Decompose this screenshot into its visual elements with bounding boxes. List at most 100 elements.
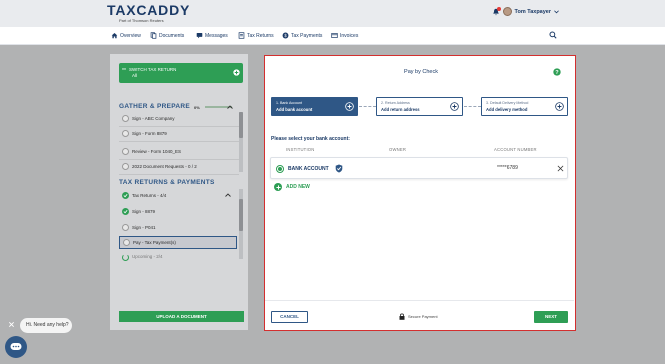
svg-text:?: ? xyxy=(555,70,559,76)
column-header-owner: OWNER xyxy=(389,147,407,152)
add-new-label: ADD NEW xyxy=(286,184,310,190)
upload-document-button[interactable]: UPLOAD A DOCUMENT xyxy=(119,311,244,322)
chat-prompt[interactable]: Hi. Need any help? xyxy=(20,318,72,333)
chevron-up-icon[interactable] xyxy=(227,105,233,109)
step-connector xyxy=(464,106,481,107)
scrollbar-thumb[interactable] xyxy=(239,112,243,138)
documents-icon xyxy=(150,32,157,39)
logo-wordmark: TAXCADDY xyxy=(107,2,191,18)
scrollbar-thumb[interactable] xyxy=(239,199,243,231)
account-institution: BANK ACCOUNT xyxy=(288,166,329,172)
list-item[interactable]: 2022 Document Requests - 0 / 2 xyxy=(119,160,239,173)
account-radio[interactable] xyxy=(276,165,284,173)
list-item[interactable]: Sign - 8879 xyxy=(119,205,239,218)
bank-account-row[interactable]: BANK ACCOUNT *****6789 xyxy=(270,157,568,179)
chat-icon xyxy=(10,342,22,352)
empty-circle-icon xyxy=(122,224,129,231)
step-title: Add bank account xyxy=(276,107,313,112)
tax-returns-payments-header: TAX RETURNS & PAYMENTS xyxy=(119,179,215,186)
list-item[interactable]: Sign - ABC Company xyxy=(119,112,239,125)
invoices-icon xyxy=(331,32,338,39)
close-icon[interactable] xyxy=(557,165,564,172)
step-label: 3. Default Delivery Method xyxy=(486,101,529,105)
user-menu[interactable]: Tom Taxpayer xyxy=(492,6,559,16)
select-account-prompt: Please select your bank account: xyxy=(271,136,350,142)
nav-messages[interactable]: Messages xyxy=(196,32,228,39)
taxcaddy-logo[interactable]: TAXCADDY Part of Thomson Reuters xyxy=(107,2,191,24)
account-number: *****6789 xyxy=(497,165,518,171)
notification-bell-icon[interactable] xyxy=(492,6,501,16)
list-item[interactable]: Upcoming - 2/4 xyxy=(119,252,239,261)
nav-documents-label: Documents xyxy=(159,32,185,39)
help-icon[interactable]: ? xyxy=(553,68,561,76)
list-item[interactable]: Sign - Form 8879 xyxy=(119,127,239,140)
empty-circle-icon xyxy=(123,239,130,246)
partial-circle-icon xyxy=(122,254,129,261)
step-title: Add return address xyxy=(381,107,420,112)
radio-selected-dot xyxy=(278,167,282,171)
nav-invoices[interactable]: Invoices xyxy=(331,32,358,39)
nav-documents[interactable]: Documents xyxy=(150,32,184,39)
logo-tagline: Part of Thomson Reuters xyxy=(119,18,164,23)
column-header-institution: INSTITUTION xyxy=(286,147,315,152)
list-item[interactable]: Sign - P041 xyxy=(119,221,239,234)
check-circle-icon xyxy=(122,192,129,199)
nav-tax-returns[interactable]: Tax Returns xyxy=(238,32,274,39)
modal-title: Pay by Check xyxy=(404,69,438,75)
list-item[interactable]: Tax Returns - 4/4 xyxy=(119,189,239,202)
gather-scrollbar[interactable] xyxy=(239,112,243,172)
step-label: 2. Return Address xyxy=(381,101,410,105)
plus-circle-icon[interactable] xyxy=(233,69,240,76)
step-title: Add delivery method xyxy=(486,107,528,112)
nav-overview[interactable]: Overview xyxy=(111,32,141,39)
footer-divider xyxy=(265,300,574,301)
lock-icon xyxy=(399,313,405,320)
avatar[interactable] xyxy=(502,7,512,16)
check-circle-icon xyxy=(122,208,129,215)
top-bar: TAXCADDY Part of Thomson Reuters Tom Tax… xyxy=(0,0,665,27)
list-item-label: Tax Returns - 4/4 xyxy=(132,193,167,198)
step-bank-account[interactable]: 1. Bank Account Add bank account xyxy=(271,97,358,116)
list-item[interactable]: Review - Form 1040_ES xyxy=(119,145,239,158)
step-return-address[interactable]: 2. Return Address Add return address xyxy=(376,97,463,116)
search-icon[interactable] xyxy=(549,31,557,39)
nav-tax-returns-label: Tax Returns xyxy=(247,32,274,39)
list-item-label: Upcoming - 2/4 xyxy=(132,254,163,259)
add-new-account-button[interactable]: ADD NEW xyxy=(274,183,310,191)
plus-icon xyxy=(274,183,282,191)
dots-icon xyxy=(122,67,126,71)
sidebar: SWITCH TAX RETURN All GATHER & PREPARE 0… xyxy=(110,54,248,330)
list-item-label: Sign - 8879 xyxy=(132,209,156,214)
chat-launcher-button[interactable] xyxy=(5,336,27,358)
returns-scrollbar[interactable] xyxy=(239,189,243,259)
pay-tax-payments-item[interactable]: Pay - Tax Payment(s) xyxy=(119,236,237,249)
plus-circle-icon[interactable] xyxy=(345,102,354,111)
plus-circle-icon[interactable] xyxy=(555,102,564,111)
switch-tax-return-card[interactable]: SWITCH TAX RETURN All xyxy=(119,63,243,83)
chevron-down-icon[interactable] xyxy=(554,9,559,14)
nav-messages-label: Messages xyxy=(205,32,228,39)
nav-invoices-label: Invoices xyxy=(340,32,359,39)
plus-circle-icon[interactable] xyxy=(450,102,459,111)
user-name[interactable]: Tom Taxpayer xyxy=(515,9,551,15)
step-label: 1. Bank Account xyxy=(276,101,302,105)
close-icon[interactable] xyxy=(8,321,15,328)
divider xyxy=(119,174,239,175)
notification-dot xyxy=(496,6,501,11)
nav-tax-payments-label: Tax Payments xyxy=(291,32,323,39)
chevron-up-icon[interactable] xyxy=(225,193,231,197)
list-item-label: Review - Form 1040_ES xyxy=(132,149,182,154)
list-item-label: Sign - ABC Company xyxy=(132,116,175,121)
messages-icon xyxy=(196,32,203,39)
step-delivery-method[interactable]: 3. Default Delivery Method Add delivery … xyxy=(481,97,568,116)
main-nav: Overview Documents Messages Tax Returns … xyxy=(0,27,665,45)
next-button[interactable]: NEXT xyxy=(534,311,568,323)
list-item-label: Sign - P041 xyxy=(132,225,156,230)
empty-circle-icon xyxy=(122,163,129,170)
gather-progress-label: 0% xyxy=(194,105,200,110)
switch-tax-return-value: All xyxy=(132,73,138,78)
empty-circle-icon xyxy=(122,115,129,122)
cancel-button[interactable]: CANCEL xyxy=(271,311,308,323)
home-icon xyxy=(111,32,118,39)
nav-tax-payments[interactable]: $ Tax Payments xyxy=(282,32,322,39)
